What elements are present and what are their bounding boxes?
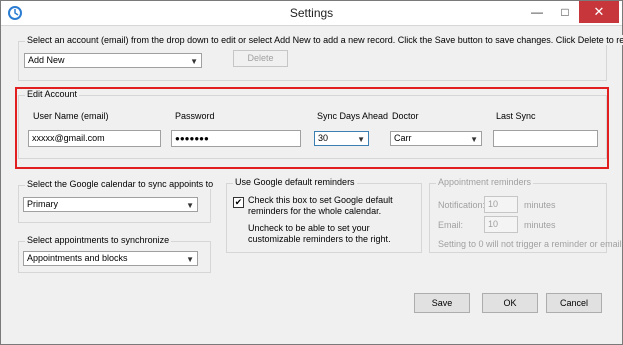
- account-dropdown[interactable]: Add New ▼: [24, 53, 202, 68]
- email-unit: minutes: [524, 220, 556, 230]
- minimize-icon[interactable]: —: [523, 1, 551, 23]
- google-default-uncheck-text: Uncheck to be able to set your customiza…: [248, 223, 391, 244]
- google-default-checkbox-text: Check this box to set Google default rem…: [248, 195, 393, 216]
- email-label: Email:: [438, 220, 464, 230]
- email-input[interactable]: 10: [484, 216, 518, 233]
- chevron-down-icon: ▼: [190, 57, 198, 66]
- calendar-legend: Select the Google calendar to sync appoi…: [25, 179, 216, 189]
- appointments-value: Appointments and blocks: [27, 253, 128, 263]
- calendar-value: Primary: [27, 199, 58, 209]
- cancel-button[interactable]: Cancel: [546, 293, 602, 313]
- notification-input[interactable]: 10: [484, 196, 518, 213]
- maximize-icon[interactable]: □: [551, 1, 579, 23]
- chevron-down-icon: ▼: [186, 201, 194, 210]
- chevron-down-icon: ▼: [186, 255, 194, 264]
- highlight-box: [15, 87, 609, 169]
- reminders-note: Setting to 0 will not trigger a reminder…: [438, 239, 622, 249]
- notification-unit: minutes: [524, 200, 556, 210]
- close-icon[interactable]: ✕: [579, 1, 619, 23]
- save-button[interactable]: Save: [414, 293, 470, 313]
- google-default-checkbox[interactable]: ✔: [233, 197, 244, 208]
- calendar-dropdown[interactable]: Primary ▼: [23, 197, 198, 212]
- ok-button[interactable]: OK: [482, 293, 538, 313]
- delete-button[interactable]: Delete: [233, 50, 288, 67]
- account-select-instruction: Select an account (email) from the drop …: [25, 35, 623, 45]
- appointments-legend: Select appointments to synchronize: [25, 235, 172, 245]
- google-default-legend: Use Google default reminders: [233, 177, 357, 187]
- account-dropdown-value: Add New: [28, 55, 65, 65]
- appointments-dropdown[interactable]: Appointments and blocks ▼: [23, 251, 198, 266]
- settings-window: Settings — □ ✕ Select an account (email)…: [0, 0, 623, 345]
- reminders-legend: Appointment reminders: [436, 177, 534, 187]
- notification-label: Notification:: [438, 200, 486, 210]
- title-bar[interactable]: Settings — □ ✕: [1, 1, 622, 26]
